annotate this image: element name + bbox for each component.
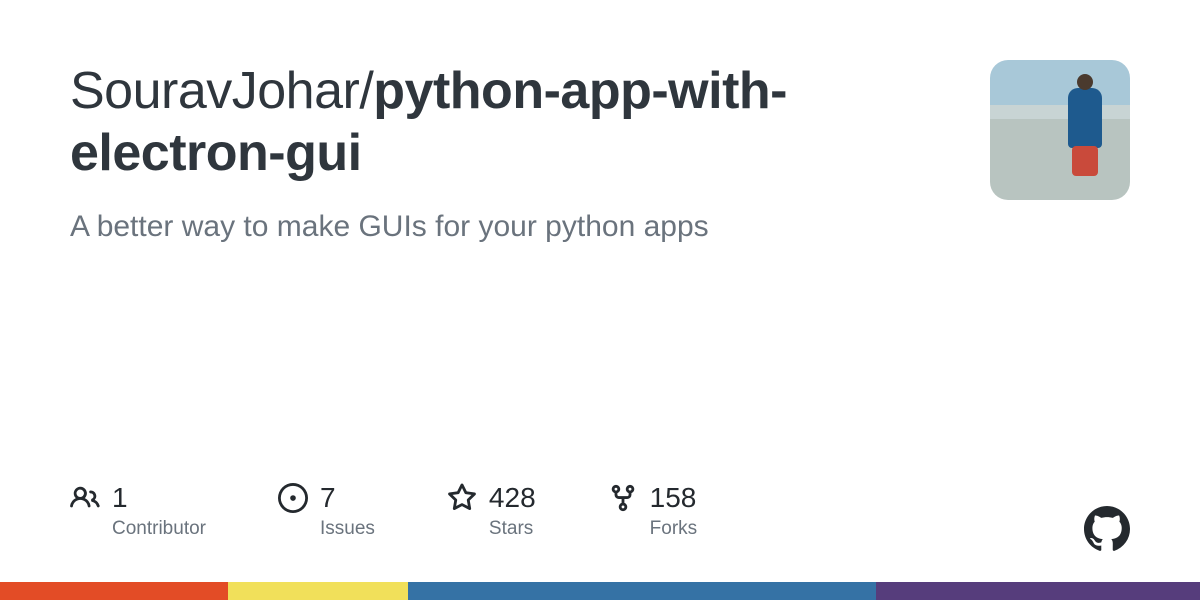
language-segment [228,582,408,600]
stat-stars-label: Stars [489,518,533,540]
language-bar [0,582,1200,600]
stat-contributors-label: Contributor [112,518,206,540]
language-segment [876,582,1200,600]
fork-icon [608,483,638,513]
star-icon [447,483,477,513]
github-logo-icon[interactable] [1084,506,1130,552]
avatar[interactable] [990,60,1130,200]
stat-forks[interactable]: 158 Forks [608,482,698,540]
stat-forks-label: Forks [650,518,698,540]
people-icon [70,483,100,513]
stats-row: 1 Contributor 7 Issues 428 Stars 158 For… [70,482,1130,540]
stat-contributors-count: 1 [112,482,128,514]
stat-forks-count: 158 [650,482,697,514]
stat-issues-count: 7 [320,482,336,514]
repo-title: SouravJohar/python-app-with-electron-gui [70,60,950,185]
repo-description: A better way to make GUIs for your pytho… [70,207,950,248]
stat-contributors[interactable]: 1 Contributor [70,482,206,540]
repo-slash: / [359,62,373,120]
issue-icon [278,483,308,513]
repo-owner[interactable]: SouravJohar [70,62,359,120]
stat-issues[interactable]: 7 Issues [278,482,375,540]
stat-stars[interactable]: 428 Stars [447,482,536,540]
stat-issues-label: Issues [320,518,375,540]
language-segment [408,582,876,600]
stat-stars-count: 428 [489,482,536,514]
language-segment [0,582,228,600]
